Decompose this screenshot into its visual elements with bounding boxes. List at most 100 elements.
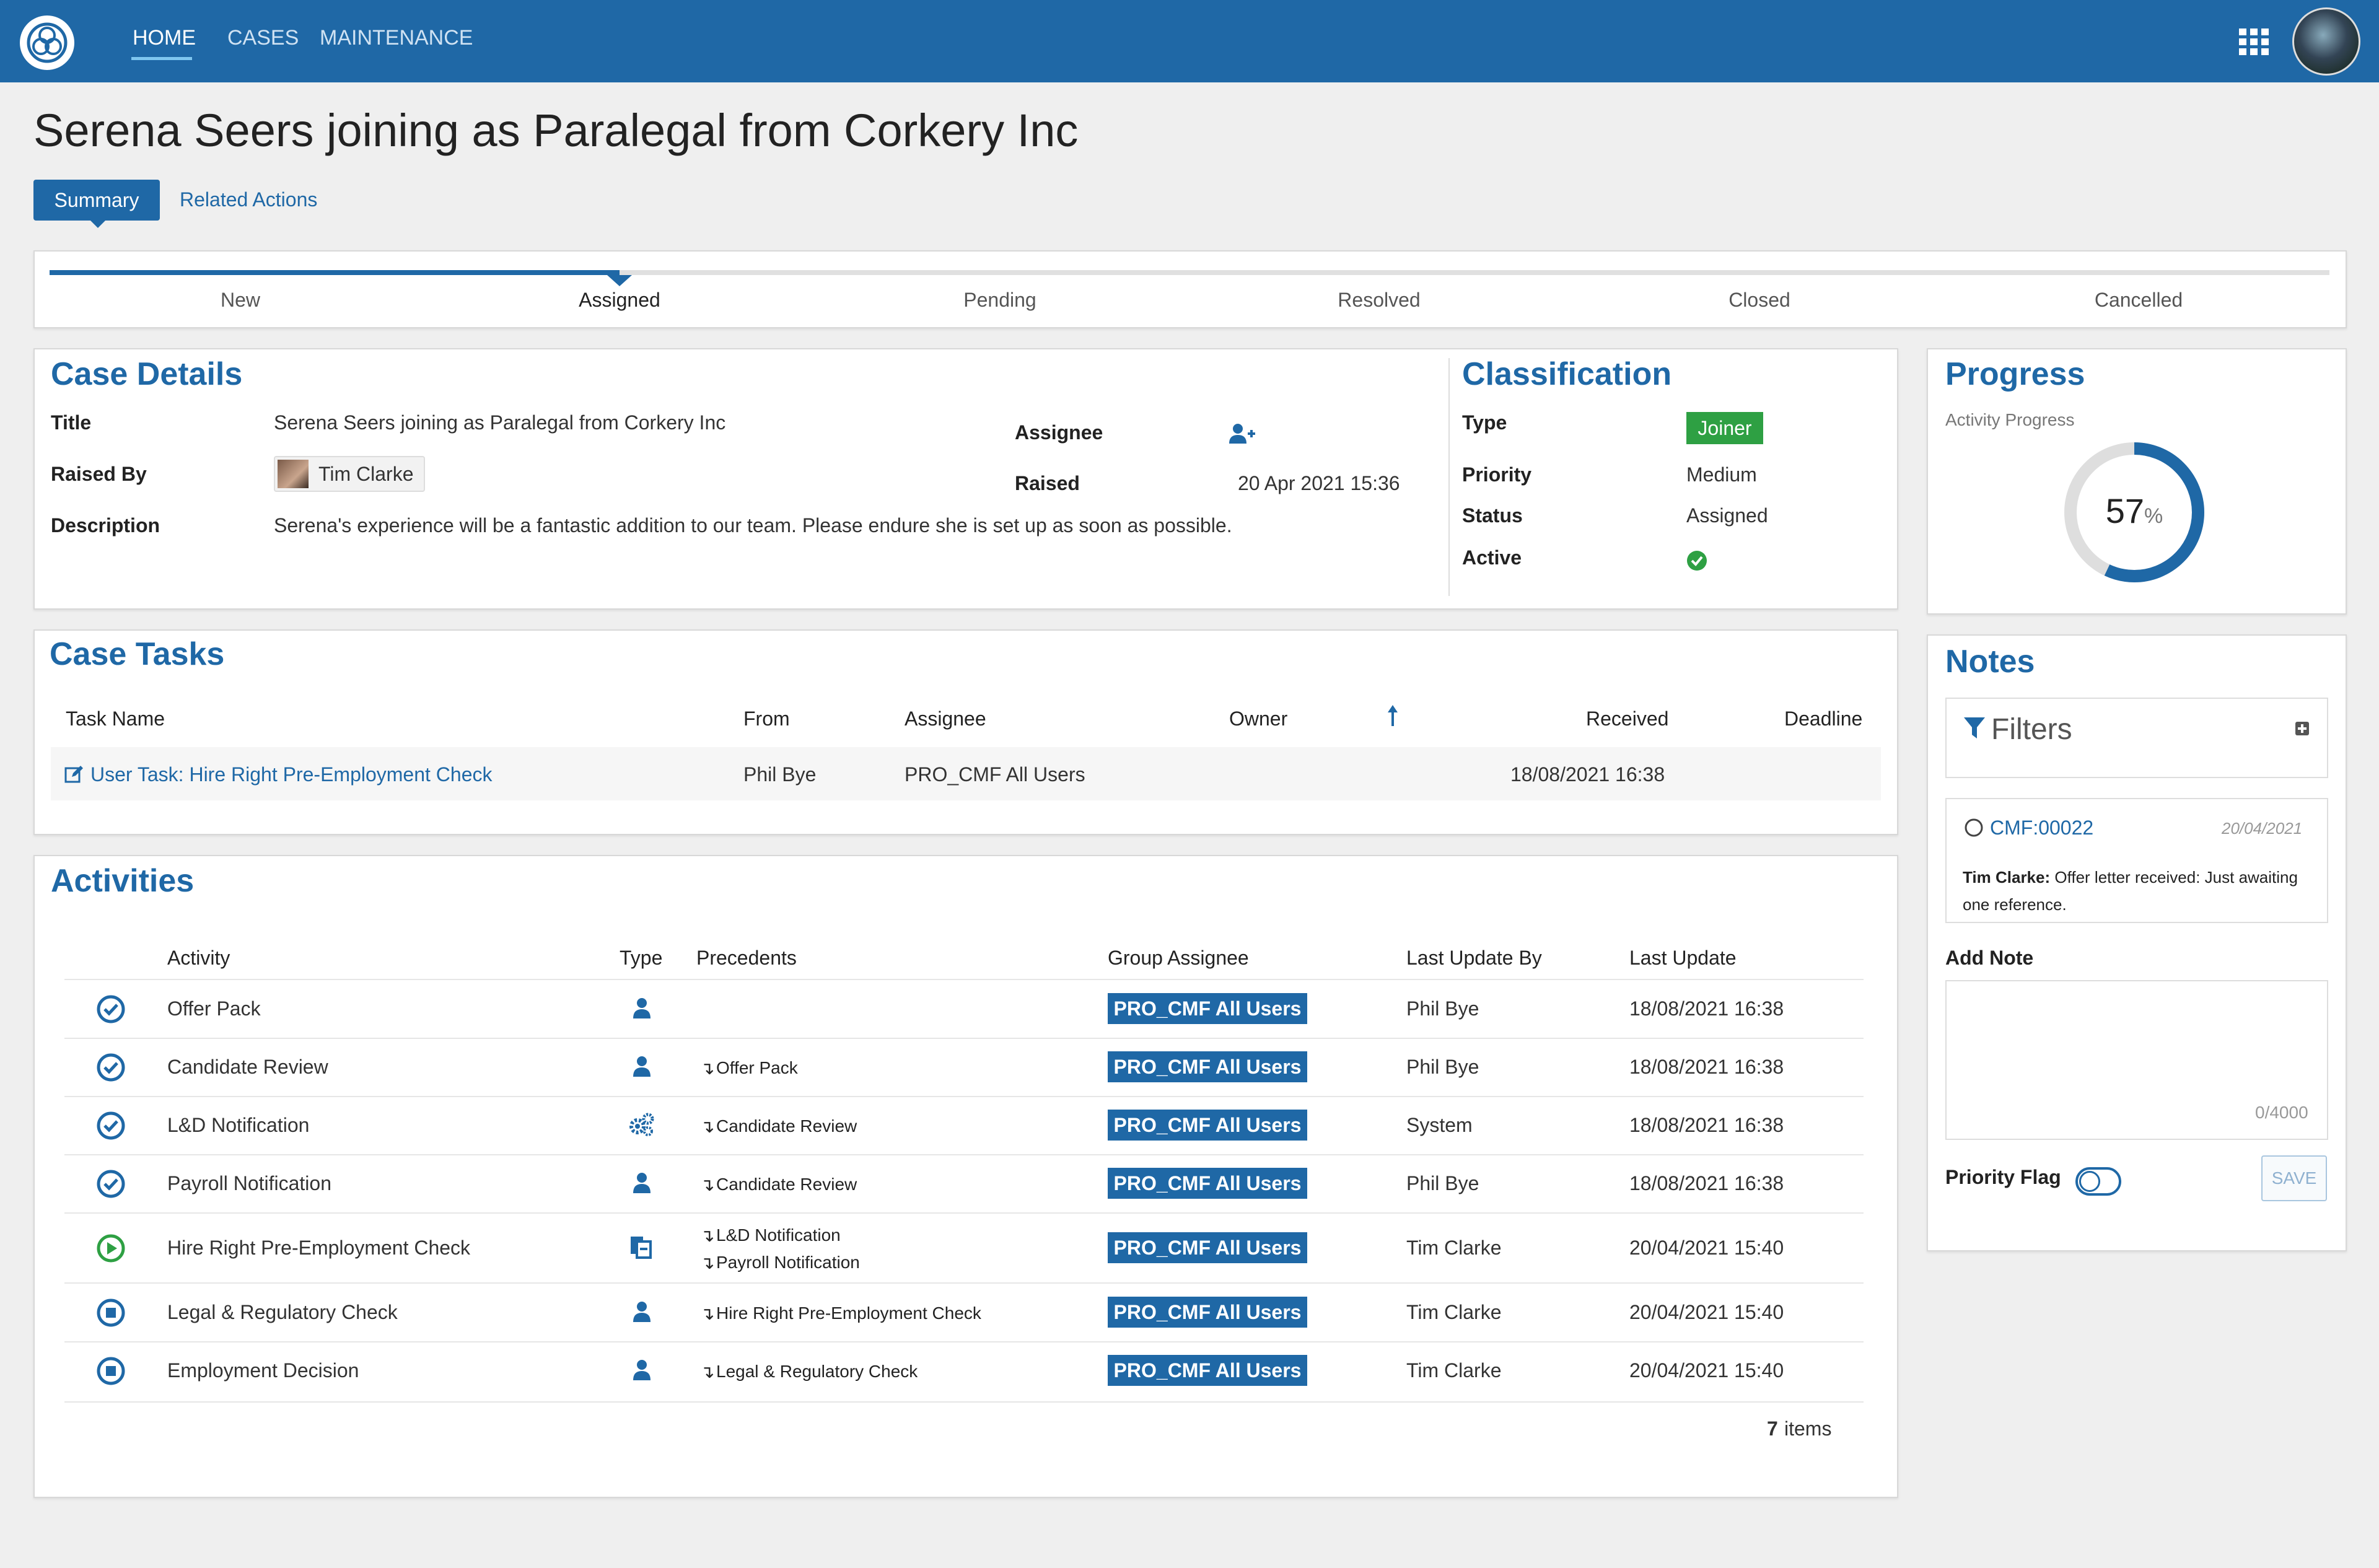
priority-flag-label: Priority Flag <box>1945 1166 2061 1188</box>
toggle-knob[interactable] <box>2079 1171 2100 1192</box>
user-icon <box>632 1359 652 1383</box>
active-label: Active <box>1462 546 1522 569</box>
stage-new: New <box>220 289 260 311</box>
activity-name[interactable]: Offer Pack <box>167 997 261 1020</box>
col-task-name[interactable]: Task Name <box>66 707 165 730</box>
col-from[interactable]: From <box>743 707 790 730</box>
last-update: 18/08/2021 16:38 <box>1629 1114 1784 1136</box>
col-assignee[interactable]: Assignee <box>905 707 986 730</box>
complete-status-icon <box>97 1170 125 1201</box>
last-update-by: Tim Clarke <box>1406 1237 1502 1259</box>
group-assignee-badge[interactable]: PRO_CMF All Users <box>1108 1051 1307 1082</box>
filter-icon <box>1964 717 1985 740</box>
note-author: Tim Clarke: <box>1963 868 2051 887</box>
note-reference-link[interactable]: CMF:00022 <box>1990 817 2093 839</box>
apps-grid-icon[interactable] <box>2239 28 2269 56</box>
last-update-by: Phil Bye <box>1406 1056 1479 1078</box>
app-logo-icon[interactable] <box>20 15 74 70</box>
title-value: Serena Seers joining as Paralegal from C… <box>274 411 726 434</box>
col-last-update[interactable]: Last Update <box>1629 947 1737 970</box>
case-stage-bar <box>33 250 2347 328</box>
complete-status-icon <box>97 1111 125 1143</box>
stage-resolved: Resolved <box>1338 289 1421 311</box>
user-icon <box>632 1056 652 1080</box>
priority-value: Medium <box>1686 463 1757 486</box>
group-assignee-badge[interactable]: PRO_CMF All Users <box>1108 1297 1307 1328</box>
row-divider <box>64 1154 1864 1155</box>
precedent-item: L&D Notification <box>716 1225 841 1245</box>
assignee-label: Assignee <box>1015 421 1103 444</box>
task-assignee: PRO_CMF All Users <box>905 763 1085 786</box>
nav-maintenance[interactable]: MAINTENANCE <box>320 26 473 50</box>
row-divider <box>64 1212 1864 1214</box>
last-update-by: Tim Clarke <box>1406 1301 1502 1323</box>
type-badge: Joiner <box>1686 412 1763 444</box>
activity-name[interactable]: Candidate Review <box>167 1056 328 1079</box>
col-precedents[interactable]: Precedents <box>696 947 797 970</box>
documents-icon <box>629 1235 653 1262</box>
task-received: 18/08/2021 16:38 <box>1510 763 1665 786</box>
classification-heading: Classification <box>1462 356 1672 392</box>
precedent-arrow-icon: ↴ <box>700 1253 715 1272</box>
row-divider <box>64 1282 1864 1284</box>
case-tasks-heading: Case Tasks <box>50 636 225 672</box>
group-assignee-badge[interactable]: PRO_CMF All Users <box>1108 1232 1307 1263</box>
notes-heading: Notes <box>1945 644 2035 680</box>
row-divider <box>64 1096 1864 1097</box>
edit-task-icon[interactable] <box>64 764 84 784</box>
col-deadline[interactable]: Deadline <box>1784 707 1862 730</box>
col-last-update-by[interactable]: Last Update By <box>1406 947 1542 970</box>
task-link[interactable]: User Task: Hire Right Pre-Employment Che… <box>90 763 493 786</box>
group-assignee-badge[interactable]: PRO_CMF All Users <box>1108 1110 1307 1141</box>
precedent-item: Payroll Notification <box>716 1253 860 1272</box>
note-status-icon <box>1964 818 1984 838</box>
expand-filters-icon[interactable] <box>2295 721 2310 736</box>
precedent-arrow-icon: ↴ <box>700 1117 715 1136</box>
section-divider <box>1448 358 1450 596</box>
col-owner[interactable]: Owner <box>1229 707 1287 730</box>
precedent-item: Candidate Review <box>716 1175 857 1194</box>
current-stage-marker <box>607 275 632 286</box>
note-date: 20/04/2021 <box>2222 819 2303 838</box>
group-assignee-badge[interactable]: PRO_CMF All Users <box>1108 1355 1307 1386</box>
group-assignee-badge[interactable]: PRO_CMF All Users <box>1108 1168 1307 1199</box>
last-update: 20/04/2021 15:40 <box>1629 1301 1784 1323</box>
last-update: 20/04/2021 15:40 <box>1629 1359 1784 1382</box>
row-divider <box>64 1341 1864 1342</box>
precedent-item: Candidate Review <box>716 1116 857 1136</box>
activity-name[interactable]: Payroll Notification <box>167 1172 331 1195</box>
col-group-assignee[interactable]: Group Assignee <box>1108 947 1249 970</box>
group-assignee-badge[interactable]: PRO_CMF All Users <box>1108 993 1307 1024</box>
nav-cases[interactable]: CASES <box>227 26 299 50</box>
complete-status-icon <box>97 995 125 1027</box>
col-type[interactable]: Type <box>620 947 662 970</box>
save-note-button[interactable]: SAVE <box>2261 1155 2327 1201</box>
stage-closed: Closed <box>1728 289 1790 311</box>
last-update: 18/08/2021 16:38 <box>1629 997 1784 1020</box>
sort-ascending-icon[interactable] <box>1387 705 1399 727</box>
col-received[interactable]: Received <box>1586 707 1668 730</box>
status-label: Status <box>1462 504 1523 527</box>
activity-name[interactable]: L&D Notification <box>167 1114 309 1137</box>
user-avatar[interactable] <box>2292 7 2360 76</box>
row-divider <box>64 979 1864 980</box>
stage-progress-fill <box>50 270 620 275</box>
add-assignee-icon[interactable] <box>1229 423 1256 445</box>
precedent-arrow-icon: ↴ <box>700 1362 715 1382</box>
tab-related-actions[interactable]: Related Actions <box>180 188 317 211</box>
last-update-by: Phil Bye <box>1406 997 1479 1020</box>
col-activity[interactable]: Activity <box>167 947 230 970</box>
precedent-arrow-icon: ↴ <box>700 1175 715 1194</box>
stopped-status-icon <box>97 1299 125 1330</box>
nav-home[interactable]: HOME <box>133 26 196 50</box>
activity-name[interactable]: Hire Right Pre-Employment Check <box>167 1237 470 1259</box>
progress-unit: % <box>2144 504 2163 528</box>
activity-name[interactable]: Legal & Regulatory Check <box>167 1301 398 1324</box>
items-count: 7 <box>1767 1417 1778 1440</box>
description-value: Serena's experience will be a fantastic … <box>274 514 1232 537</box>
last-update: 18/08/2021 16:38 <box>1629 1172 1784 1194</box>
activity-name[interactable]: Employment Decision <box>167 1359 359 1382</box>
task-from: Phil Bye <box>743 763 817 786</box>
tab-summary[interactable]: Summary <box>33 180 160 221</box>
raised-by-avatar <box>278 460 309 488</box>
